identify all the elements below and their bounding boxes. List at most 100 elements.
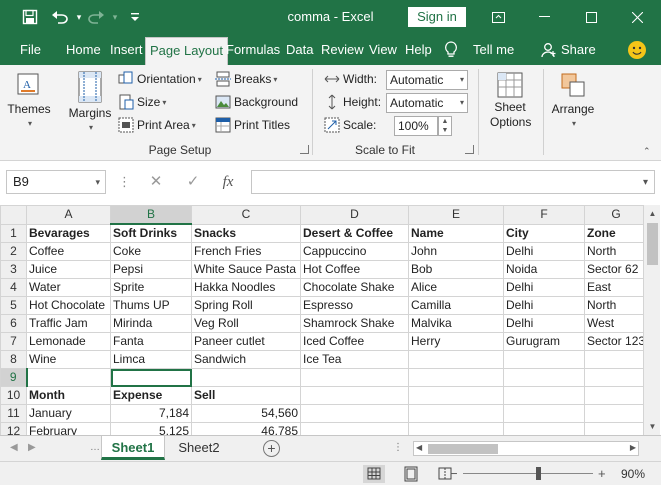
vertical-scroll-thumb[interactable] (647, 223, 658, 265)
themes-button[interactable]: A Themes ▾ (6, 71, 52, 130)
cell-b9[interactable] (110, 368, 192, 387)
column-header-b[interactable]: B (110, 205, 192, 225)
cell-c7[interactable]: Paneer cutlet (191, 332, 301, 351)
cell-d9[interactable] (300, 368, 409, 387)
cell-g2[interactable]: North (583, 242, 649, 261)
cell-e9[interactable] (408, 368, 504, 387)
expand-formula-bar-icon[interactable]: ▾ (643, 177, 648, 188)
share-person-icon[interactable] (541, 42, 557, 61)
column-header-a[interactable]: A (26, 205, 111, 225)
sheet-options-button[interactable]: Sheet Options (482, 71, 538, 130)
horizontal-scrollbar[interactable]: ◀ ▶ (413, 441, 639, 456)
save-icon[interactable] (20, 8, 40, 26)
arrange-button[interactable]: Arrange ▾ (548, 71, 598, 130)
cell-a11[interactable]: January (26, 404, 111, 423)
background-button[interactable]: Background (215, 92, 298, 112)
cell-d10[interactable] (300, 386, 409, 405)
scroll-up-icon[interactable]: ▲ (644, 205, 661, 222)
scale-spinner[interactable]: ▲ ▼ (438, 116, 452, 136)
cell-c2[interactable]: French Fries (191, 242, 301, 261)
cell-g6[interactable]: West (583, 314, 649, 333)
cell-g4[interactable]: East (583, 278, 649, 297)
zoom-slider-thumb[interactable] (536, 467, 541, 480)
margins-button[interactable]: Margins ▾ (66, 71, 114, 134)
redo-dropdown-icon[interactable]: ▾ (105, 8, 125, 26)
cell-a9[interactable] (26, 368, 111, 387)
row-header-12[interactable]: 12 (0, 422, 27, 435)
tab-data[interactable]: Data (282, 34, 317, 65)
tab-page-layout[interactable]: Page Layout (145, 37, 229, 65)
zoom-in-button[interactable]: + (598, 466, 606, 481)
cell-b3[interactable]: Pepsi (110, 260, 192, 279)
cell-e10[interactable] (408, 386, 504, 405)
cell-e7[interactable]: Herry (408, 332, 504, 351)
sign-in-button[interactable]: Sign in (408, 7, 466, 27)
cell-d7[interactable]: Iced Coffee (300, 332, 409, 351)
insert-function-button[interactable]: fx (216, 171, 240, 193)
cell-d1[interactable]: Desert & Coffee (300, 223, 409, 243)
redo-icon[interactable] (86, 8, 106, 26)
zoom-slider-track[interactable] (463, 473, 593, 474)
tab-help[interactable]: Help (401, 34, 436, 65)
cell-f8[interactable] (503, 350, 585, 369)
lightbulb-icon[interactable] (444, 41, 460, 59)
cell-e5[interactable]: Camilla (408, 296, 504, 315)
close-icon[interactable] (614, 0, 660, 34)
feedback-smiley-icon[interactable] (628, 41, 646, 59)
cell-c6[interactable]: Veg Roll (191, 314, 301, 333)
cell-a7[interactable]: Lemonade (26, 332, 111, 351)
row-header-6[interactable]: 6 (0, 314, 27, 333)
cell-g7[interactable]: Sector 123 (583, 332, 649, 351)
tab-split-handle-icon[interactable]: ⋮ (393, 442, 403, 453)
scale-to-fit-launcher-icon[interactable] (465, 145, 474, 154)
cell-a6[interactable]: Traffic Jam (26, 314, 111, 333)
row-header-7[interactable]: 7 (0, 332, 27, 351)
cell-f1[interactable]: City (503, 223, 585, 243)
cancel-entry-icon[interactable]: ✕ (144, 171, 168, 193)
cell-c10[interactable]: Sell (191, 386, 301, 405)
cell-c5[interactable]: Spring Roll (191, 296, 301, 315)
cell-f12[interactable] (503, 422, 585, 435)
cell-a10[interactable]: Month (26, 386, 111, 405)
ribbon-display-options-icon[interactable] (475, 0, 521, 34)
row-header-1[interactable]: 1 (0, 223, 27, 243)
cell-b1[interactable]: Soft Drinks (110, 223, 192, 243)
cell-b7[interactable]: Fanta (110, 332, 192, 351)
cell-g10[interactable] (583, 386, 649, 405)
tab-formulas[interactable]: Formulas (222, 34, 284, 65)
cell-b11[interactable]: 7,184 (110, 404, 192, 423)
next-sheet-icon[interactable]: ▶ (28, 442, 36, 453)
page-layout-view-button[interactable] (400, 465, 422, 483)
cell-a1[interactable]: Bevarages (26, 223, 111, 243)
row-header-8[interactable]: 8 (0, 350, 27, 369)
cell-g3[interactable]: Sector 62 (583, 260, 649, 279)
cell-d8[interactable]: Ice Tea (300, 350, 409, 369)
cell-c12[interactable]: 46,785 (191, 422, 301, 435)
orientation-button[interactable]: Orientation ▾ (118, 69, 202, 89)
formula-input[interactable]: ▾ (251, 170, 655, 194)
cell-f5[interactable]: Delhi (503, 296, 585, 315)
customize-toolbar-icon[interactable] (125, 8, 145, 26)
cell-e8[interactable] (408, 350, 504, 369)
previous-sheet-icon[interactable]: ◀ (10, 442, 18, 453)
scroll-left-icon[interactable]: ◀ (416, 443, 422, 452)
cell-f6[interactable]: Delhi (503, 314, 585, 333)
cell-d3[interactable]: Hot Coffee (300, 260, 409, 279)
cell-c8[interactable]: Sandwich (191, 350, 301, 369)
confirm-entry-icon[interactable]: ✓ (181, 171, 205, 193)
column-header-d[interactable]: D (300, 205, 409, 225)
cell-c11[interactable]: 54,560 (191, 404, 301, 423)
cell-e3[interactable]: Bob (408, 260, 504, 279)
share-button[interactable]: Share (557, 34, 600, 65)
minimize-icon[interactable] (521, 0, 567, 34)
cell-a3[interactable]: Juice (26, 260, 111, 279)
tab-insert[interactable]: Insert (106, 34, 147, 65)
normal-view-button[interactable] (363, 465, 385, 483)
add-sheet-icon[interactable]: + (263, 440, 280, 457)
cell-a8[interactable]: Wine (26, 350, 111, 369)
print-titles-button[interactable]: Print Titles (215, 115, 290, 135)
row-header-4[interactable]: 4 (0, 278, 27, 297)
print-area-button[interactable]: Print Area ▾ (118, 115, 196, 135)
tab-file[interactable]: File (16, 34, 45, 65)
cell-c3[interactable]: White Sauce Pasta (191, 260, 301, 279)
